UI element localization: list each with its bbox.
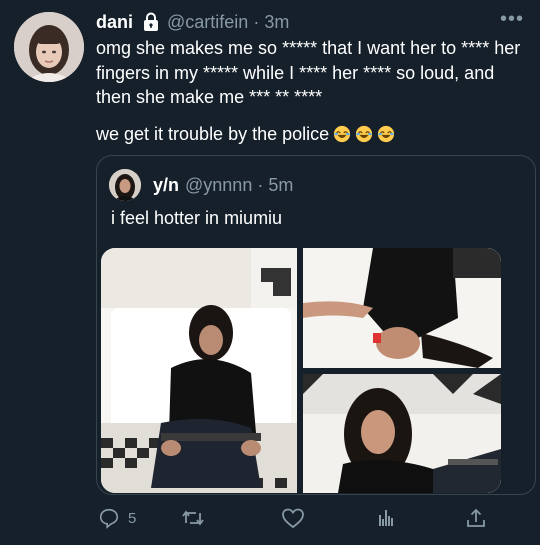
tweet-text-line-1: omg she makes me so ***** that I want he… xyxy=(96,38,521,107)
tweet-action-bar: 5 xyxy=(96,500,516,536)
quoted-tweet-card[interactable]: y/n @ynnnn · 5m i feel hotter in miumiu xyxy=(96,155,536,495)
quoted-tweet-time: · 5m xyxy=(257,174,294,195)
share-button[interactable] xyxy=(465,507,487,529)
heart-icon xyxy=(282,508,305,529)
laughing-emoji-icon xyxy=(378,125,395,142)
tweet-text-2: we get it trouble by the police xyxy=(96,123,330,144)
retweet-icon xyxy=(182,510,205,526)
tweet-time[interactable]: · 3m xyxy=(253,12,289,33)
reply-icon xyxy=(99,508,119,529)
author-handle[interactable]: @cartifein xyxy=(167,12,248,33)
laughing-emoji-icon xyxy=(334,125,351,142)
tweet-header: dani @cartifein · 3m xyxy=(96,10,526,34)
tweet-text-line-2: we get it trouble by the police xyxy=(96,122,526,147)
laughing-emoji-icon xyxy=(356,125,373,142)
share-icon xyxy=(467,508,486,527)
quoted-tweet-text: i feel hotter in miumiu xyxy=(111,208,283,228)
analytics-icon xyxy=(379,510,394,526)
analytics-button[interactable] xyxy=(375,507,397,529)
photo-1[interactable] xyxy=(101,248,297,493)
more-options-icon[interactable]: ••• xyxy=(500,8,524,31)
tweet-body: omg she makes me so ***** that I want he… xyxy=(96,36,526,146)
author-name[interactable]: dani xyxy=(96,12,133,33)
reply-count: 5 xyxy=(128,509,137,527)
quoted-author-avatar xyxy=(109,169,141,201)
retweet-button[interactable] xyxy=(181,507,205,529)
quoted-media-grid xyxy=(101,248,501,493)
photo-2[interactable] xyxy=(303,248,501,368)
like-button[interactable] xyxy=(281,507,305,529)
lock-icon xyxy=(141,12,161,32)
quoted-author-handle: @ynnnn xyxy=(185,174,253,195)
quoted-author-name: y/n xyxy=(153,174,180,195)
reply-button[interactable]: 5 xyxy=(98,507,136,529)
photo-3[interactable] xyxy=(303,374,501,493)
quoted-tweet-header: y/n @ynnnn · 5m xyxy=(109,169,293,201)
author-avatar[interactable] xyxy=(14,12,84,82)
